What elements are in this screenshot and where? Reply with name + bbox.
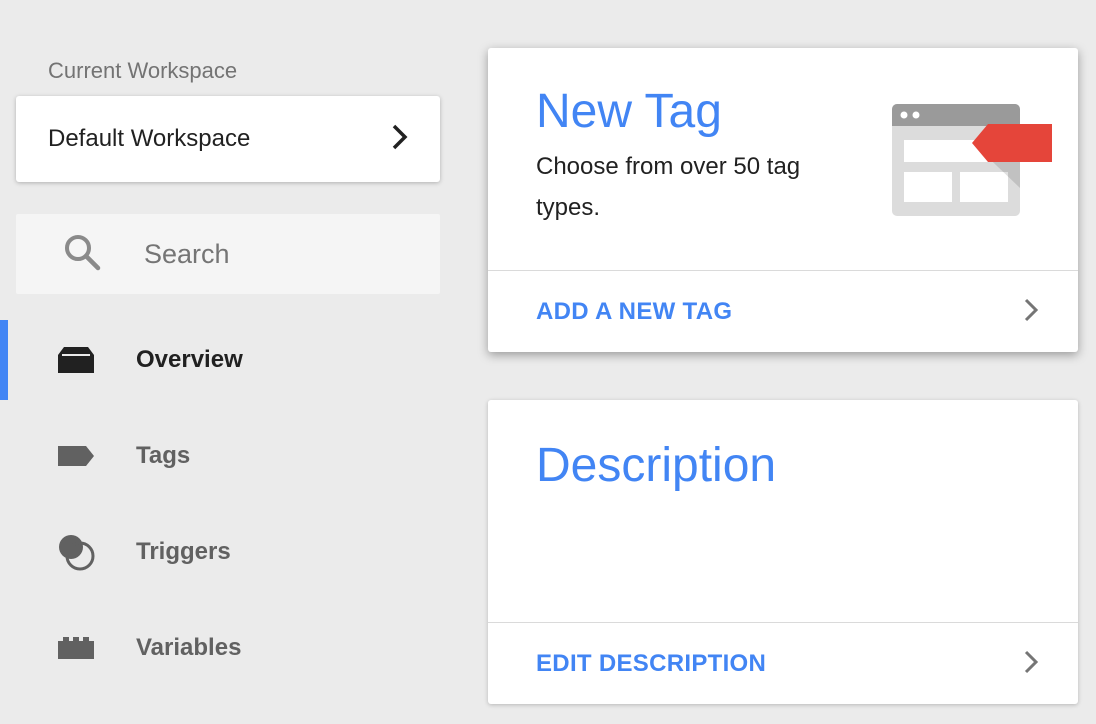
search-input[interactable]	[142, 237, 446, 271]
sidebar-item-triggers[interactable]: Triggers	[0, 512, 470, 592]
card-divider	[488, 270, 1078, 271]
variables-icon	[54, 626, 98, 670]
sidebar-item-label: Variables	[136, 634, 242, 661]
sidebar-item-label: Overview	[136, 346, 243, 373]
card-description: Choose from over 50 tag types.	[536, 153, 801, 221]
chevron-right-icon	[1022, 297, 1040, 328]
card-divider	[488, 622, 1078, 623]
overview-icon	[54, 338, 98, 382]
card-title: Description	[536, 439, 777, 492]
add-new-tag-button[interactable]: ADD A NEW TAG	[488, 272, 1078, 352]
sidebar-item-overview[interactable]: Overview	[0, 320, 470, 400]
new-tag-card: New Tag Choose from over 50 tag types. A…	[488, 48, 1078, 352]
workspace-selector[interactable]: Default Workspace	[16, 96, 440, 182]
chevron-right-icon	[390, 123, 410, 156]
description-card: Description EDIT DESCRIPTION	[488, 400, 1078, 704]
workspace-name: Default Workspace	[48, 125, 251, 152]
action-label: ADD A NEW TAG	[536, 298, 733, 325]
triggers-icon	[54, 530, 98, 574]
tag-icon	[54, 434, 98, 478]
active-indicator	[0, 320, 8, 400]
sidebar-item-tags[interactable]: Tags	[0, 416, 470, 496]
search-icon	[62, 232, 102, 277]
edit-description-button[interactable]: EDIT DESCRIPTION	[488, 624, 1078, 704]
tag-illustration-icon	[890, 100, 1056, 225]
search-box[interactable]	[16, 214, 446, 294]
sidebar-item-label: Triggers	[136, 538, 231, 565]
card-title: New Tag	[536, 85, 722, 138]
current-workspace-label: Current Workspace	[48, 58, 238, 83]
chevron-right-icon	[1022, 649, 1040, 680]
sidebar-item-variables[interactable]: Variables	[0, 608, 470, 688]
action-label: EDIT DESCRIPTION	[536, 650, 767, 677]
sidebar-item-label: Tags	[136, 442, 191, 469]
